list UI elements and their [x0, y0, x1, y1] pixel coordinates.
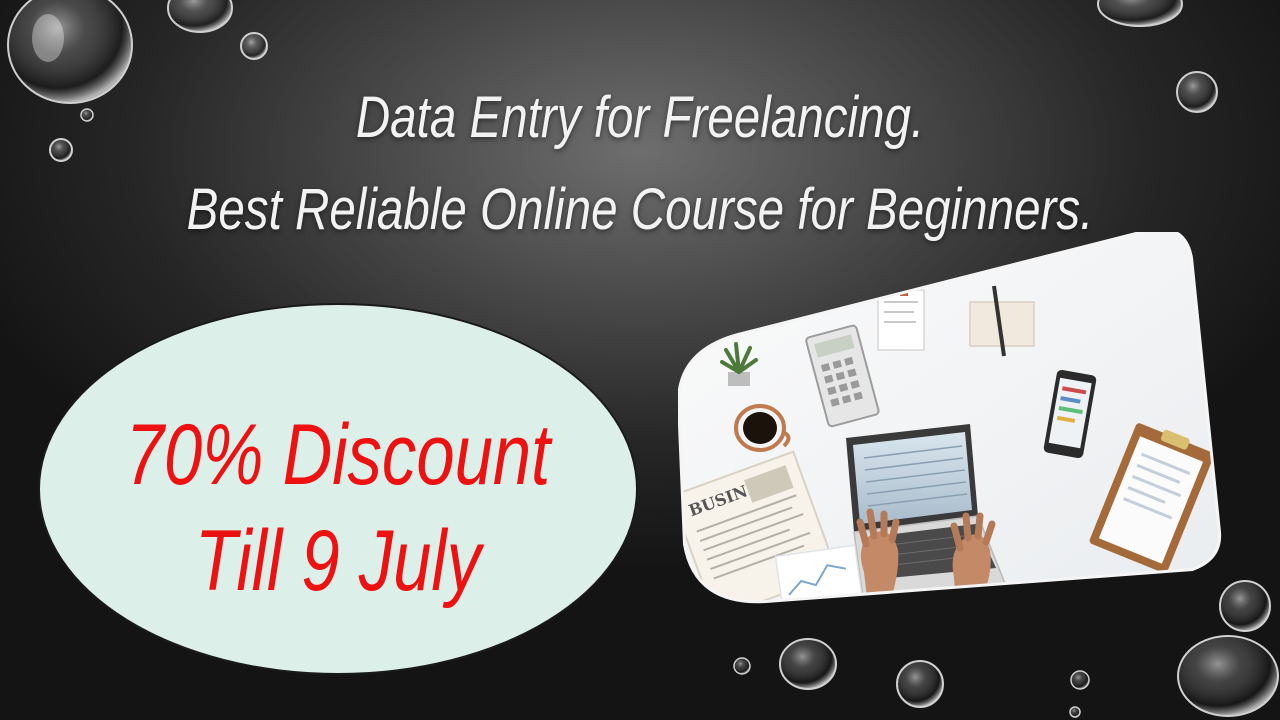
droplet [7, 0, 133, 104]
droplet [240, 32, 268, 60]
headline: Data Entry for Freelancing. Best Reliabl… [115, 72, 1165, 256]
droplet [1177, 635, 1279, 717]
discount-line-1: 70% Discount [125, 407, 551, 503]
droplet [49, 138, 73, 162]
headline-line-1: Data Entry for Freelancing. [355, 85, 925, 150]
droplet [1097, 0, 1183, 27]
droplet [1069, 706, 1081, 718]
droplet [779, 638, 837, 690]
droplet [1219, 580, 1271, 632]
droplet [1176, 71, 1218, 113]
droplet [896, 660, 944, 708]
droplet [167, 0, 233, 33]
droplet [80, 108, 94, 122]
desk-photo: BUSINESS [678, 232, 1224, 606]
discount-text: 70% Discount Till 9 July [98, 402, 578, 614]
droplet [1070, 670, 1090, 690]
discount-line-2: Till 9 July [194, 513, 482, 609]
banner: Data Entry for Freelancing. Best Reliabl… [0, 0, 1280, 720]
droplet [733, 657, 751, 675]
